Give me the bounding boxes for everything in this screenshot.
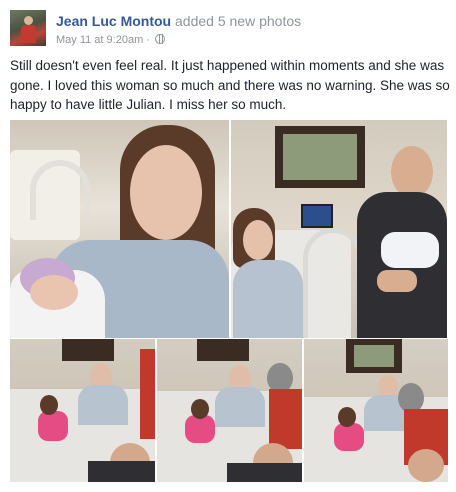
avatar-head [24, 16, 33, 25]
meta-separator: · [146, 34, 150, 46]
photo-2-bed-rail [303, 228, 363, 338]
photo-1-baby-face [30, 275, 78, 310]
photo-5-second-man-head [408, 449, 444, 482]
photo-1[interactable] [10, 120, 229, 338]
photo-4-child-head [191, 399, 209, 419]
author-avatar[interactable] [10, 10, 46, 46]
photo-2-baby-blanket [381, 232, 439, 268]
post-status-text: Still doesn't even feel real. It just ha… [10, 58, 450, 112]
photo-2-wall-art [283, 134, 357, 180]
photo-2-woman-face [243, 220, 273, 260]
photo-5-child-shirt [334, 423, 364, 451]
photo-5-child-head [338, 407, 356, 427]
photo-5[interactable] [304, 339, 448, 482]
avatar-body [21, 25, 36, 43]
photo-2-monitor [301, 204, 333, 228]
photo-2-man-head [391, 146, 433, 198]
photo-5-wall-art [354, 345, 394, 367]
photo-3-child-shirt [38, 411, 68, 441]
photo-3-man-body [88, 461, 155, 482]
photo-4-child-shirt [185, 415, 215, 443]
photo-4-man-shirt [269, 389, 302, 449]
photo-4-woman-gown [215, 387, 265, 427]
photo-3-woman-gown [78, 385, 128, 425]
feed-post: Jean Luc Montou added 5 new photos May 1… [0, 0, 456, 492]
photo-4-wall-frame [197, 339, 249, 361]
photo-3-man-shirt [140, 349, 155, 439]
post-action-text: added 5 new photos [175, 13, 302, 29]
author-name-link[interactable]: Jean Luc Montou [56, 13, 171, 29]
photo-1-face [130, 145, 202, 240]
photo-1-bed-rail [30, 160, 90, 220]
photo-3-wall-frame [62, 339, 114, 361]
photo-3[interactable] [10, 339, 155, 482]
post-headline: Jean Luc Montou added 5 new photos [56, 13, 301, 29]
photo-2[interactable] [231, 120, 447, 338]
photo-2-man-hands [377, 270, 417, 292]
post-timestamp-link[interactable]: May 11 at 9:20am [56, 34, 143, 46]
photo-2-woman-gown [233, 260, 303, 338]
photo-4-second-man-body [227, 463, 302, 482]
globe-icon[interactable] [155, 34, 166, 44]
post-meta: May 11 at 9:20am · [56, 34, 166, 46]
photo-4[interactable] [157, 339, 302, 482]
photo-3-child-head [40, 395, 58, 415]
post-header: Jean Luc Montou added 5 new photos May 1… [10, 10, 450, 50]
